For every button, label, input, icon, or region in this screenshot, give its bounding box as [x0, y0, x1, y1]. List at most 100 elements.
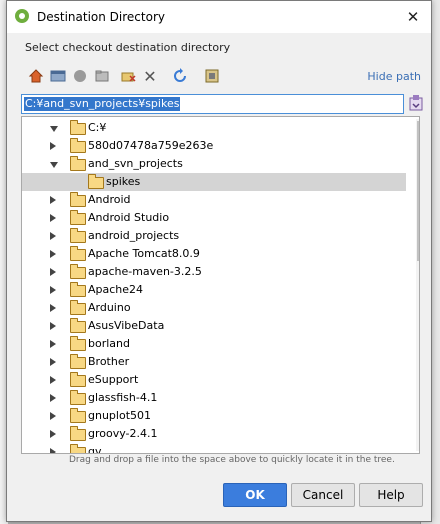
expand-right-icon[interactable] [50, 232, 56, 240]
folder-icon [70, 246, 86, 261]
path-input-value: C:¥and_svn_projects¥spikes [24, 97, 181, 111]
project-icon[interactable] [71, 68, 89, 86]
window-title: Destination Directory [37, 10, 165, 24]
folder-icon [70, 336, 86, 351]
tree-row[interactable]: gnuplot501 [22, 407, 406, 425]
tree-row[interactable]: groovy-2.4.1 [22, 425, 406, 443]
folder-icon [70, 192, 86, 207]
expand-right-icon[interactable] [50, 196, 56, 204]
expand-right-icon[interactable] [50, 250, 56, 258]
tree-item-label: groovy-2.4.1 [88, 427, 158, 440]
expand-right-icon[interactable] [50, 304, 56, 312]
tree-row[interactable]: eSupport [22, 371, 406, 389]
folder-icon [88, 174, 104, 189]
expand-right-icon[interactable] [50, 268, 56, 276]
tree-row[interactable]: Arduino [22, 299, 406, 317]
expand-right-icon[interactable] [50, 376, 56, 384]
new-folder-icon[interactable] [119, 68, 137, 86]
expand-right-icon[interactable] [50, 340, 56, 348]
folder-icon [70, 138, 86, 153]
tree-item-label: Android [88, 193, 131, 206]
expand-right-icon[interactable] [50, 412, 56, 420]
cancel-button[interactable]: Cancel [291, 483, 355, 507]
destination-directory-dialog: Destination Directory ✕ Select checkout … [6, 0, 432, 522]
folder-icon [70, 372, 86, 387]
folder-icon [70, 264, 86, 279]
tree-item-label: Brother [88, 355, 130, 368]
tree-row[interactable]: android_projects [22, 227, 406, 245]
folder-icon [70, 210, 86, 225]
tree-item-label: android_projects [88, 229, 180, 242]
android-studio-icon [15, 9, 29, 23]
tree-row[interactable]: Brother [22, 353, 406, 371]
tree-item-label: 580d07478a759e263e [88, 139, 214, 152]
tree-item-label: Apache24 [88, 283, 144, 296]
tree-row[interactable]: gv [22, 443, 406, 454]
tree-scrollbar[interactable] [416, 119, 419, 451]
folder-icon [70, 426, 86, 441]
tree-item-label: borland [88, 337, 130, 350]
folder-icon [70, 282, 86, 297]
tree-row[interactable]: glassfish-4.1 [22, 389, 406, 407]
tree-item-label: spikes [106, 175, 141, 188]
expand-right-icon[interactable] [50, 286, 56, 294]
expand-right-icon[interactable] [50, 142, 56, 150]
directory-tree[interactable]: C:¥ 580d07478a759e263e and_svn_projectsspi… [21, 116, 420, 454]
folder-icon [70, 228, 86, 243]
tree-row[interactable]: C:¥ [22, 119, 406, 137]
title-bar: Destination Directory ✕ [7, 1, 431, 33]
show-hidden-icon[interactable] [203, 68, 221, 86]
tree-item-label: apache-maven-3.2.5 [88, 265, 202, 278]
refresh-icon[interactable] [171, 68, 189, 86]
folder-icon [70, 120, 86, 135]
tree-row[interactable]: borland [22, 335, 406, 353]
module-icon[interactable] [93, 68, 111, 86]
expand-right-icon[interactable] [50, 358, 56, 366]
help-button[interactable]: Help [359, 483, 423, 507]
hide-path-link[interactable]: Hide path [367, 70, 421, 83]
tree-row[interactable]: 580d07478a759e263e [22, 137, 406, 155]
tree-scrollbar-thumb[interactable] [417, 121, 419, 261]
tree-row[interactable]: spikes [22, 173, 406, 191]
dialog-subtitle: Select checkout destination directory [25, 41, 231, 54]
tree-item-label: C:¥ [88, 121, 107, 134]
delete-icon[interactable]: ✕ [141, 68, 159, 86]
tree-row[interactable]: Apache Tomcat8.0.9 [22, 245, 406, 263]
expand-right-icon[interactable] [50, 430, 56, 438]
tree-item-label: Apache Tomcat8.0.9 [88, 247, 200, 260]
folder-icon [70, 444, 86, 453]
tree-item-label: eSupport [88, 373, 139, 386]
ok-button[interactable]: OK [223, 483, 287, 507]
folder-icon [70, 156, 86, 171]
expand-right-icon[interactable] [50, 448, 56, 453]
tree-row[interactable]: Android Studio [22, 209, 406, 227]
tree-row[interactable]: and_svn_projects [22, 155, 406, 173]
toolbar: ✕ Hide path [23, 65, 427, 89]
close-button[interactable]: ✕ [401, 5, 425, 29]
expand-right-icon[interactable] [50, 394, 56, 402]
tree-item-label: and_svn_projects [88, 157, 183, 170]
tree-row[interactable]: Android [22, 191, 406, 209]
tree-item-label: gnuplot501 [88, 409, 152, 422]
expand-right-icon[interactable] [50, 214, 56, 222]
tree-row[interactable]: Apache24 [22, 281, 406, 299]
folder-icon [70, 354, 86, 369]
tree-item-label: Android Studio [88, 211, 170, 224]
tree-item-label: Arduino [88, 301, 131, 314]
tree-row[interactable]: apache-maven-3.2.5 [22, 263, 406, 281]
desktop-icon[interactable] [49, 68, 67, 86]
tree-item-label: gv [88, 445, 102, 454]
expand-down-icon[interactable] [50, 126, 58, 132]
expand-down-icon[interactable] [50, 162, 58, 168]
folder-icon [70, 318, 86, 333]
path-input[interactable]: C:¥and_svn_projects¥spikes [21, 94, 404, 114]
tree-row[interactable]: AsusVibeData [22, 317, 406, 335]
tree-item-label: glassfish-4.1 [88, 391, 158, 404]
drag-drop-hint: Drag and drop a file into the space abov… [69, 455, 395, 465]
tree-item-label: AsusVibeData [88, 319, 165, 332]
home-icon[interactable] [27, 68, 45, 86]
folder-icon [70, 300, 86, 315]
expand-right-icon[interactable] [50, 322, 56, 330]
folder-icon [70, 408, 86, 423]
path-history-icon[interactable] [409, 95, 423, 111]
